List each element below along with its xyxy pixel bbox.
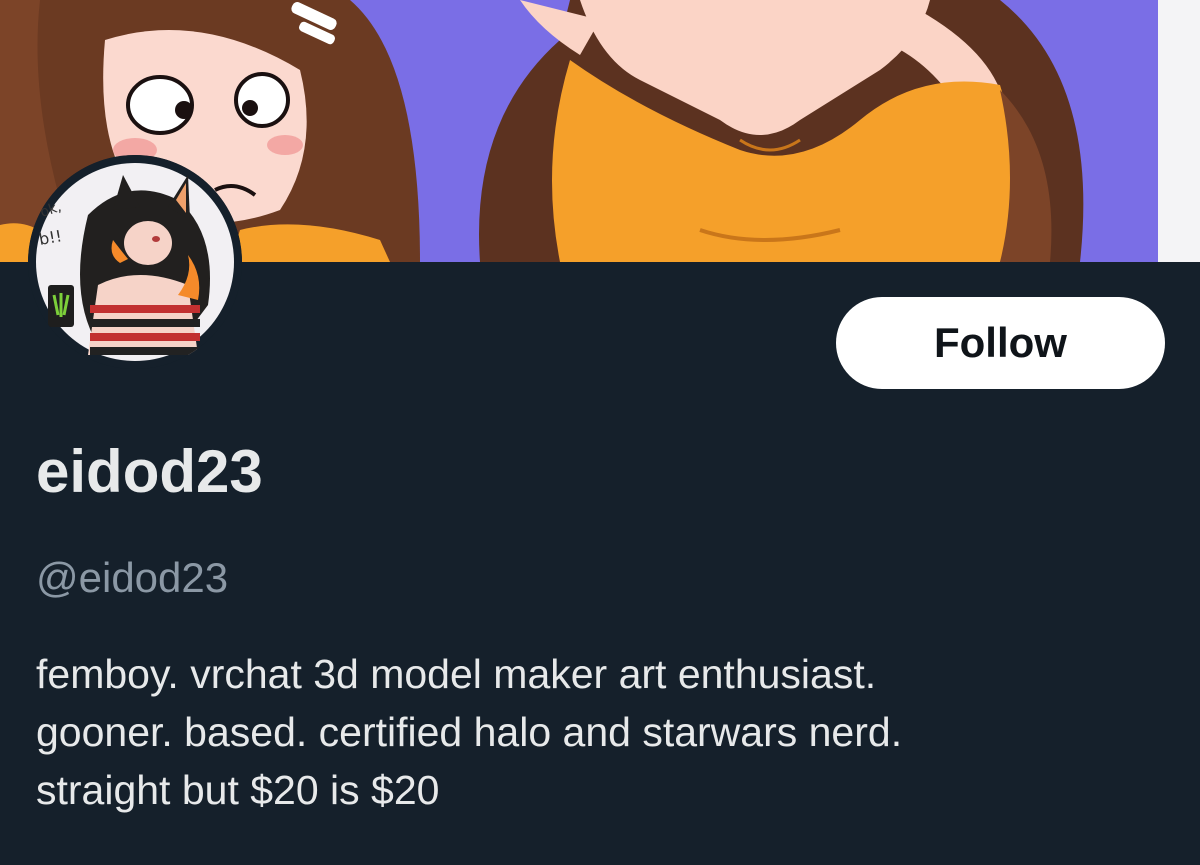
profile-bio: femboy. vrchat 3d model maker art enthus… bbox=[36, 645, 1176, 819]
follow-button[interactable]: Follow bbox=[836, 297, 1165, 389]
bio-line: femboy. vrchat 3d model maker art enthus… bbox=[36, 651, 877, 697]
profile-avatar[interactable]: ok, b!! bbox=[28, 155, 242, 369]
display-name: eidod23 bbox=[36, 438, 263, 505]
user-handle: @eidod23 bbox=[36, 554, 229, 601]
bio-line: gooner. based. certified halo and starwa… bbox=[36, 709, 903, 755]
bio-line: straight but $20 is $20 bbox=[36, 767, 440, 813]
svg-text:b!!: b!! bbox=[37, 226, 63, 249]
